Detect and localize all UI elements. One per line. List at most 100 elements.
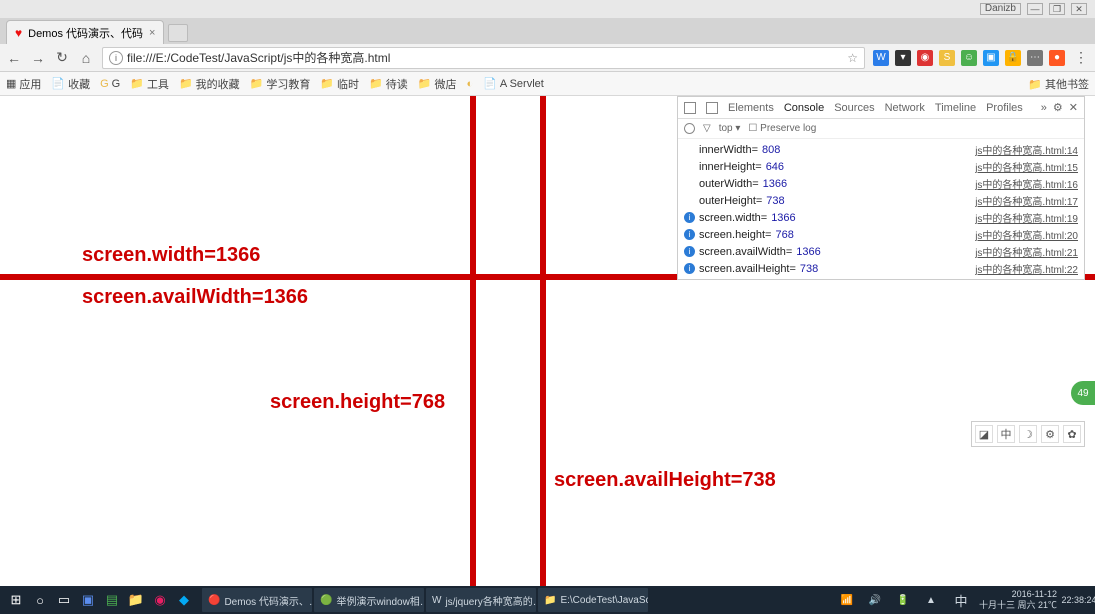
- taskbar-window-2[interactable]: Wjs/jquery各种宽高的…: [426, 588, 536, 612]
- other-bookmarks[interactable]: 📁 其他书签: [1028, 76, 1089, 92]
- url-text: file:///E:/CodeTest/JavaScript/js中的各种宽高.…: [127, 49, 390, 66]
- reload-button[interactable]: ↻: [54, 50, 70, 66]
- bookmark-item-7[interactable]: 📁微店: [418, 76, 457, 92]
- devtools-panel: Elements Console Sources Network Timeline Pro…: [677, 96, 1085, 280]
- extension-icon-8[interactable]: ●: [1049, 50, 1065, 66]
- tray-icon-1[interactable]: 🔊: [863, 588, 887, 612]
- side-tool-1[interactable]: 中: [997, 425, 1015, 443]
- folder-icon: 📁: [179, 77, 193, 90]
- tray-icon-2[interactable]: 🔋: [891, 588, 915, 612]
- source-link[interactable]: js中的各种宽高.html:19: [975, 210, 1078, 225]
- back-button[interactable]: ←: [6, 50, 22, 66]
- source-link[interactable]: js中的各种宽高.html:15: [975, 159, 1078, 174]
- source-link[interactable]: js中的各种宽高.html:22: [975, 261, 1078, 276]
- source-link[interactable]: js中的各种宽高.html:21: [975, 244, 1078, 259]
- taskbar-pinned-0[interactable]: ⊞: [4, 588, 28, 612]
- inspect-icon[interactable]: [684, 102, 696, 114]
- console-log-row: outerHeight= 738js中的各种宽高.html:17: [678, 192, 1084, 209]
- extension-icon-6[interactable]: 🔒: [1005, 50, 1021, 66]
- taskbar-window-0[interactable]: 🔴Demos 代码演示、…: [202, 588, 312, 612]
- taskbar-window-3[interactable]: 📁E:\CodeTest\JavaSc…: [538, 588, 648, 612]
- extension-icon-3[interactable]: S: [939, 50, 955, 66]
- page-viewport: screen.width=1366 screen.availWidth=1366…: [0, 96, 1095, 586]
- info-icon: i: [684, 229, 695, 240]
- console-log-row: iscreen.availWidth= 1366js中的各种宽高.html:21: [678, 243, 1084, 260]
- tab-close-icon[interactable]: ×: [149, 27, 155, 39]
- ime-indicator[interactable]: 中: [949, 588, 973, 612]
- apps-shortcut[interactable]: ▦ 应用: [6, 76, 41, 92]
- source-link[interactable]: js中的各种宽高.html:14: [975, 142, 1078, 157]
- source-link[interactable]: js中的各种宽高.html:20: [975, 227, 1078, 242]
- user-badge: Danizb: [980, 3, 1021, 15]
- taskbar-pinned-7[interactable]: ◆: [172, 588, 196, 612]
- folder-icon: 📁: [130, 77, 144, 90]
- side-tool-4[interactable]: ✿: [1063, 425, 1081, 443]
- home-button[interactable]: ⌂: [78, 50, 94, 66]
- context-selector[interactable]: top ▾: [719, 123, 741, 134]
- extension-icon-2[interactable]: ◉: [917, 50, 933, 66]
- device-icon[interactable]: [706, 102, 718, 114]
- clear-console-icon[interactable]: [684, 123, 695, 134]
- devtools-more-icon[interactable]: »: [1041, 102, 1047, 114]
- devtools-tab-network[interactable]: Network: [885, 102, 925, 114]
- side-tool-0[interactable]: ◪: [975, 425, 993, 443]
- devtools-tab-timeline[interactable]: Timeline: [935, 102, 976, 114]
- source-link[interactable]: js中的各种宽高.html:16: [975, 176, 1078, 191]
- taskbar-clock[interactable]: 2016-11-12 22:38:24 十月十三 周六 21℃: [979, 589, 1061, 611]
- devtools-settings-icon[interactable]: ⚙: [1053, 101, 1063, 114]
- devtools-tab-elements[interactable]: Elements: [728, 102, 774, 114]
- filter-icon[interactable]: ▽: [703, 123, 711, 134]
- taskbar-pinned-3[interactable]: ▣: [76, 588, 100, 612]
- label-screen-width: screen.width=1366: [82, 244, 260, 267]
- bookmark-star-icon[interactable]: ☆: [847, 51, 858, 65]
- devtools-tab-profiles[interactable]: Profiles: [986, 102, 1023, 114]
- site-info-icon[interactable]: i: [109, 51, 123, 65]
- menu-button[interactable]: ⋮: [1073, 50, 1089, 66]
- devtools-close-icon[interactable]: ✕: [1069, 101, 1078, 114]
- taskbar-time: 22:38:24: [1067, 588, 1091, 612]
- forward-button[interactable]: →: [30, 50, 46, 66]
- bookmarks-bar: ▦ 应用 📄收藏 GG 📁工具 📁我的收藏 📁学习教育 📁临时 📁待读 📁微店 ◐ 📄A Serv…: [0, 72, 1095, 96]
- url-input[interactable]: i file:///E:/CodeTest/JavaScript/js中的各种宽…: [102, 47, 865, 69]
- folder-icon: G: [100, 78, 109, 90]
- extension-icon-0[interactable]: W: [873, 50, 889, 66]
- tray-icon-3[interactable]: ▲: [919, 588, 943, 612]
- folder-icon: 📁: [418, 77, 432, 90]
- extension-icon-4[interactable]: ☺: [961, 50, 977, 66]
- bookmark-item-0[interactable]: 📄收藏: [51, 76, 90, 92]
- devtools-tab-console[interactable]: Console: [784, 102, 824, 114]
- bookmark-item-1[interactable]: GG: [100, 76, 120, 92]
- bookmark-item-5[interactable]: 📁临时: [320, 76, 359, 92]
- bookmark-item-9[interactable]: 📄A Servlet: [483, 76, 544, 92]
- bookmark-item-3[interactable]: 📁我的收藏: [179, 76, 240, 92]
- tray-icon-0[interactable]: 📶: [835, 588, 859, 612]
- side-badge[interactable]: 49: [1071, 381, 1095, 405]
- minimize-button[interactable]: —: [1027, 3, 1043, 15]
- taskbar-pinned-1[interactable]: ○: [28, 588, 52, 612]
- taskbar-pinned-2[interactable]: ▭: [52, 588, 76, 612]
- extension-icon-1[interactable]: ▾: [895, 50, 911, 66]
- side-tool-2[interactable]: ☽: [1019, 425, 1037, 443]
- close-button[interactable]: ✕: [1071, 3, 1087, 15]
- taskbar-window-1[interactable]: 🟢举例演示window相…: [314, 588, 424, 612]
- bookmark-item-4[interactable]: 📁学习教育: [250, 76, 311, 92]
- devtools-tab-sources[interactable]: Sources: [834, 102, 874, 114]
- side-tool-3[interactable]: ⚙: [1041, 425, 1059, 443]
- taskbar-pinned-4[interactable]: ▤: [100, 588, 124, 612]
- bookmark-item-6[interactable]: 📁待读: [369, 76, 408, 92]
- bookmark-item-2[interactable]: 📁工具: [130, 76, 169, 92]
- extension-icon-5[interactable]: ▣: [983, 50, 999, 66]
- preserve-log-checkbox[interactable]: ☐ Preserve log: [748, 123, 816, 134]
- bookmark-item-8[interactable]: ◐: [466, 76, 473, 92]
- extension-icon-7[interactable]: ⋯: [1027, 50, 1043, 66]
- console-filter-bar: ▽ top ▾ ☐ Preserve log: [678, 119, 1084, 139]
- new-tab-button[interactable]: [168, 24, 188, 42]
- browser-tab[interactable]: ♥ Demos 代码演示、代码 ×: [6, 20, 164, 44]
- maximize-button[interactable]: ❐: [1049, 3, 1065, 15]
- source-link[interactable]: js中的各种宽高.html:17: [975, 193, 1078, 208]
- folder-icon: 📄: [483, 77, 497, 90]
- vertical-line-1: [470, 96, 476, 586]
- taskbar-pinned-5[interactable]: 📁: [124, 588, 148, 612]
- taskbar-pinned-6[interactable]: ◉: [148, 588, 172, 612]
- favicon-heart-icon: ♥: [15, 26, 22, 40]
